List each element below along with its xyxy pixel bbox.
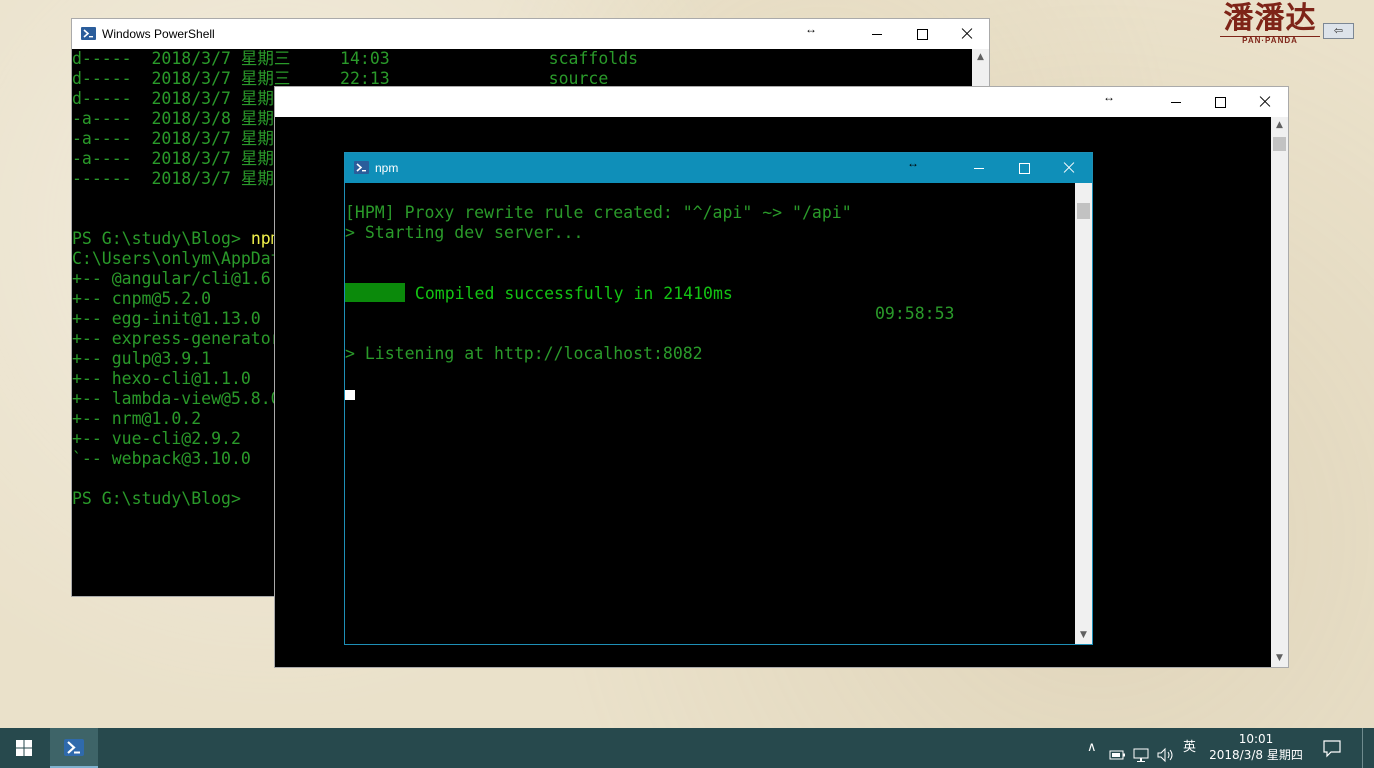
powershell-titlebar[interactable]: Windows PowerShell ↔ — [72, 19, 989, 49]
tray-expand-icon[interactable]: ∧ — [1087, 728, 1097, 768]
text-cursor — [345, 390, 355, 400]
console-text: +-- @angular/cli@1.6.2 — [72, 269, 291, 288]
window-title: Windows PowerShell — [102, 27, 215, 41]
console-line-starting: > Starting dev server... — [345, 223, 584, 242]
switch-icon[interactable]: ⇦ — [1323, 23, 1354, 39]
close-button[interactable] — [1046, 153, 1092, 183]
window-title: npm — [375, 161, 399, 175]
console-line: d----- 2018/3/7 星期三 14:03 scaffolds — [72, 49, 972, 69]
close-button[interactable] — [944, 19, 990, 49]
console-text: ------ 2018/3/7 星期三 — [72, 169, 291, 188]
powershell-icon — [354, 161, 369, 174]
console-text: d----- 2018/3/7 星期三 14:03 scaffolds — [72, 49, 639, 68]
taskbar: ∧ 英 10:01 2018/3/8 星期四 — [0, 728, 1374, 768]
console-window-2-titlebar[interactable]: ↔ — [275, 87, 1288, 117]
scroll-down-icon[interactable]: ▼ — [1271, 650, 1288, 667]
cursor-line — [345, 384, 1075, 404]
resize-cursor-icon: ↔ — [1103, 90, 1115, 104]
powershell-icon — [64, 739, 84, 756]
console-text: +-- egg-init@1.13.0 — [72, 309, 261, 328]
minimize-button[interactable] — [1153, 87, 1199, 117]
maximize-button[interactable] — [899, 19, 945, 49]
console-text: PS G:\study\Blog> — [72, 229, 251, 248]
scroll-up-icon[interactable]: ▲ — [1271, 117, 1288, 134]
scroll-up-icon[interactable]: ▲ — [972, 49, 989, 66]
show-desktop-button[interactable] — [1362, 728, 1363, 768]
scroll-down-icon[interactable]: ▼ — [1075, 627, 1092, 644]
minimize-button[interactable] — [854, 19, 900, 49]
resize-cursor-icon: ↔ — [907, 156, 919, 170]
success-badge — [345, 283, 405, 302]
logo-subtext: PAN·PANDA — [1220, 36, 1320, 45]
taskbar-clock[interactable]: 10:01 2018/3/8 星期四 — [1200, 731, 1312, 763]
minimize-button[interactable] — [956, 153, 1002, 183]
vertical-scrollbar[interactable]: ▲ ▼ — [1271, 117, 1288, 667]
volume-icon[interactable] — [1156, 740, 1176, 763]
console-text: PS G:\study\Blog> — [72, 489, 241, 508]
compile-timestamp: 09:58:53 — [875, 304, 955, 323]
network-icon[interactable] — [1132, 740, 1152, 762]
scroll-thumb[interactable] — [1273, 137, 1286, 151]
console-line-hpm: [HPM] Proxy rewrite rule created: "^/api… — [345, 203, 852, 222]
notification-icon[interactable] — [1320, 738, 1344, 758]
npm-titlebar[interactable]: npm ↔ — [345, 153, 1092, 183]
scroll-thumb[interactable] — [1077, 203, 1090, 219]
ime-indicator[interactable]: 英 — [1183, 728, 1196, 768]
clock-date: 2018/3/8 星期四 — [1209, 748, 1303, 762]
battery-icon[interactable] — [1108, 740, 1126, 760]
logo-text: 潘潘达 — [1223, 1, 1317, 36]
close-button[interactable] — [1242, 87, 1288, 117]
maximize-button[interactable] — [1197, 87, 1243, 117]
vertical-scrollbar[interactable]: ▼ — [1075, 183, 1092, 644]
console-text: +-- nrm@1.0.2 — [72, 409, 202, 428]
taskbar-powershell-button[interactable] — [50, 728, 98, 768]
console-text: +-- cnpm@5.2.0 — [72, 289, 212, 308]
npm-console[interactable]: [HPM] Proxy rewrite rule created: "^/api… — [345, 183, 1075, 644]
compiled-line: Compiled successfully in 21410ms — [345, 283, 1075, 304]
console-text: `-- webpack@3.10.0 — [72, 449, 251, 468]
console-text: +-- hexo-cli@1.1.0 — [72, 369, 251, 388]
console-text: +-- gulp@3.9.1 — [72, 349, 212, 368]
console-text: -a---- 2018/3/7 星期三 — [72, 149, 291, 168]
windows-start-icon[interactable] — [0, 728, 48, 768]
npm-window[interactable]: npm ↔ [HPM] Proxy rewrite rule created: … — [344, 152, 1093, 645]
powershell-icon — [81, 27, 96, 40]
console-text: +-- lambda-view@5.8.0 — [72, 389, 281, 408]
desktop-logo: 潘潘达 PAN·PANDA — [1214, 1, 1326, 45]
clock-time: 10:01 — [1238, 732, 1274, 746]
compiled-message: Compiled successfully in 21410ms — [405, 284, 733, 303]
console-text: +-- vue-cli@2.9.2 — [72, 429, 241, 448]
resize-cursor-icon: ↔ — [805, 22, 817, 36]
maximize-button[interactable] — [1001, 153, 1047, 183]
console-line-listening: > Listening at http://localhost:8082 — [345, 344, 703, 363]
